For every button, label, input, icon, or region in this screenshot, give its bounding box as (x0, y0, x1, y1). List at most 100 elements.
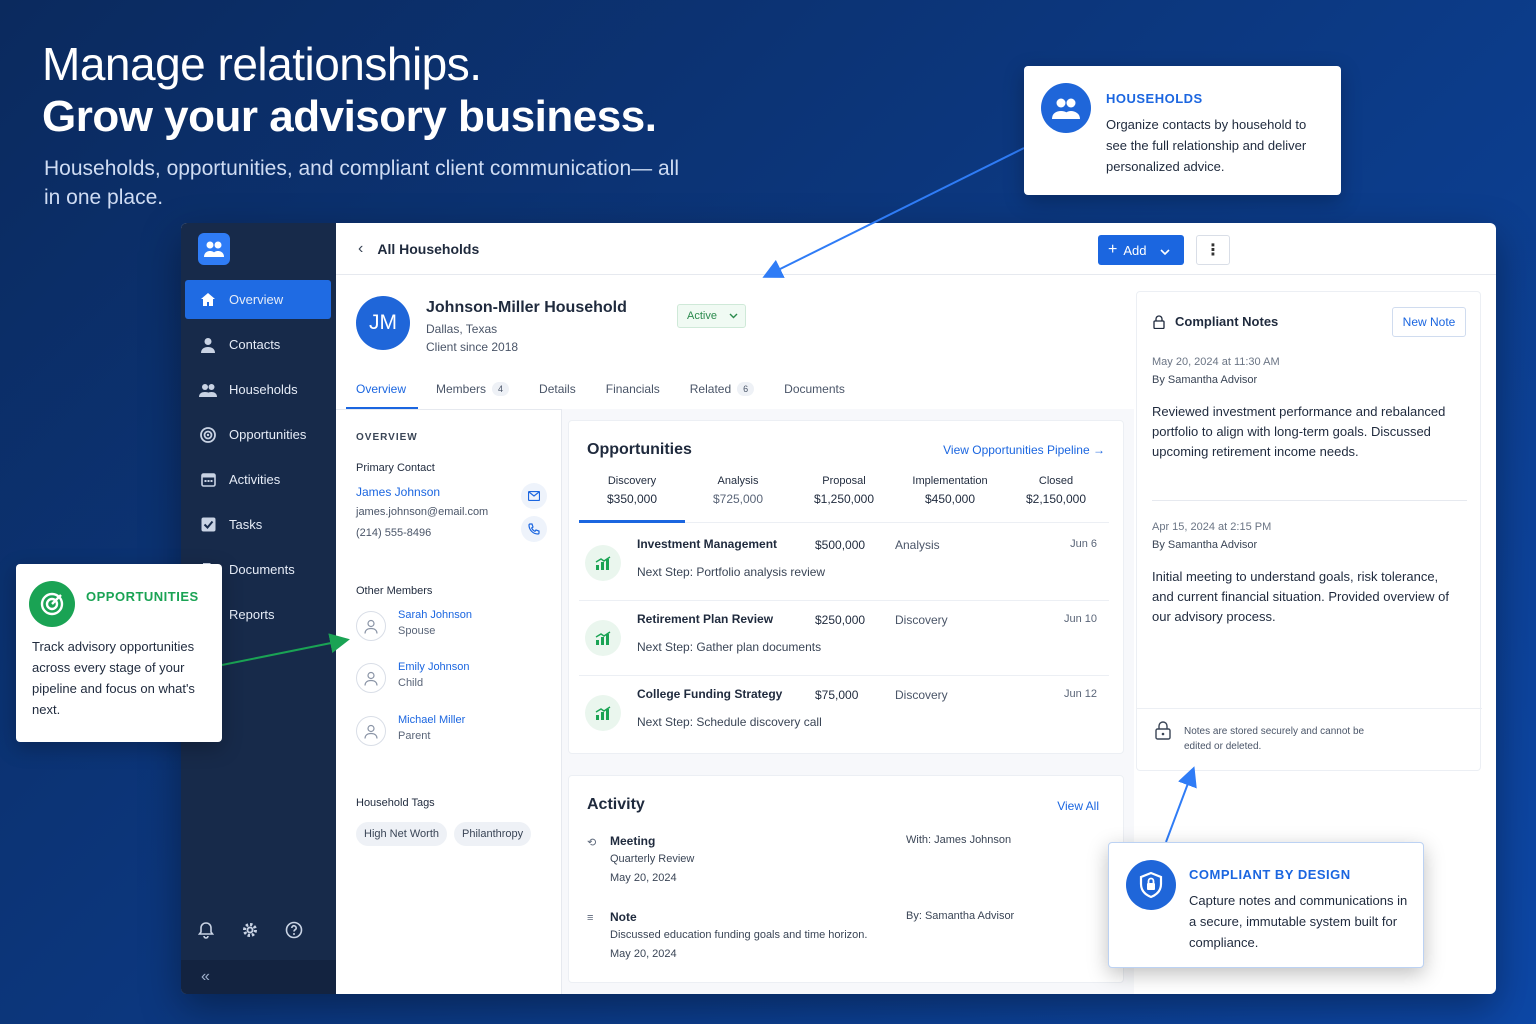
stage-value: $2,150,000 (1025, 492, 1087, 506)
email-icon[interactable] (521, 483, 547, 509)
chevron-left-icon[interactable]: ‹ (358, 240, 363, 258)
view-pipeline-link[interactable]: View Opportunities Pipeline → (943, 443, 1105, 457)
household-header: JM Johnson-Miller Household Dallas, Texa… (336, 275, 1134, 409)
activity-date: May 20, 2024 (610, 948, 677, 960)
opportunity-name: Retirement Plan Review (637, 612, 774, 626)
note-item: Apr 15, 2024 at 2:15 PM By Samantha Advi… (1152, 521, 1452, 627)
tag-chip[interactable]: Philanthropy (454, 822, 532, 846)
home-icon (199, 291, 217, 309)
stage-value: $450,000 (924, 492, 976, 506)
phone-icon[interactable] (521, 516, 547, 542)
member-item[interactable]: Emily Johnson Child (356, 661, 470, 693)
divider (1152, 500, 1467, 501)
view-all-link[interactable]: View All (1057, 799, 1099, 813)
household-name: Johnson-Miller Household (426, 299, 627, 316)
opportunity-amount: $75,000 (815, 688, 859, 702)
collapse-sidebar-button[interactable]: « (181, 960, 336, 994)
people-icon (199, 381, 217, 399)
stage-implementation[interactable]: Implementation $450,000 (897, 475, 1003, 522)
tag-chip[interactable]: High Net Worth (356, 822, 447, 846)
sidebar-footer-icons (197, 921, 303, 944)
chevron-down-icon (1160, 243, 1171, 258)
callout-title: OPPORTUNITIES (86, 589, 199, 604)
activity-with: With: James Johnson (906, 834, 1012, 846)
opportunity-row[interactable]: Investment Management $500,000 Analysis … (579, 527, 1109, 601)
sidebar-item-contacts[interactable]: Contacts (185, 325, 331, 364)
sidebar-item-opportunities[interactable]: Opportunities (185, 415, 331, 454)
more-options-button[interactable]: ⋮ (1196, 235, 1230, 265)
tab-label: Financials (605, 382, 660, 396)
tab-members[interactable]: Members 4 (436, 375, 510, 409)
stage-analysis[interactable]: Analysis $725,000 (685, 475, 791, 522)
opportunity-amount: $250,000 (815, 613, 866, 627)
tab-documents[interactable]: Documents (784, 375, 845, 409)
sidebar-item-tasks[interactable]: Tasks (185, 505, 331, 544)
sidebar-item-label: Opportunities (229, 427, 307, 442)
sidebar-item-label: Activities (229, 472, 281, 487)
lock-icon (1155, 721, 1171, 745)
lock-icon (1153, 315, 1165, 334)
primary-contact-email[interactable]: james.johnson@email.com (356, 506, 488, 518)
pipeline-stages: Discovery $350,000 Analysis $725,000 Propo… (579, 475, 1109, 523)
add-button[interactable]: + Add (1098, 235, 1184, 265)
compliant-callout: COMPLIANT BY DESIGN Capture notes and co… (1108, 842, 1424, 968)
opportunity-row[interactable]: College Funding Strategy $75,000 Discove… (579, 677, 1109, 751)
note-lines-icon: ≡ (587, 912, 594, 924)
target-icon (199, 426, 217, 444)
member-item[interactable]: Sarah Johnson Spouse (356, 609, 472, 641)
status-dropdown[interactable]: Active (677, 304, 746, 328)
stage-value: $350,000 (606, 492, 658, 506)
primary-contact-phone[interactable]: (214) 555-8496 (356, 527, 431, 539)
breadcrumb[interactable]: All Households (377, 241, 479, 257)
gear-icon[interactable] (241, 921, 259, 944)
note-body: Initial meeting to understand goals, ris… (1152, 569, 1449, 624)
household-location: Dallas, Texas (426, 322, 498, 336)
main-content: JM Johnson-Miller Household Dallas, Texa… (336, 275, 1134, 994)
member-item[interactable]: Michael Miller Parent (356, 714, 465, 746)
sidebar-item-activities[interactable]: Activities (185, 460, 331, 499)
stage-name: Analysis (717, 475, 759, 487)
note-body: Reviewed investment performance and reba… (1152, 404, 1446, 459)
member-role: Child (398, 677, 424, 689)
checkbox-icon (199, 516, 217, 534)
growth-chart-icon (585, 545, 621, 581)
sidebar-item-overview[interactable]: Overview (185, 280, 331, 319)
stage-proposal[interactable]: Proposal $1,250,000 (791, 475, 897, 522)
note-item: May 20, 2024 at 11:30 AM By Samantha Adv… (1152, 356, 1452, 462)
tab-details[interactable]: Details (539, 375, 576, 409)
callout-body: Organize contacts by household to see th… (1106, 117, 1307, 174)
opportunity-name: College Funding Strategy (637, 687, 783, 701)
bell-icon[interactable] (197, 921, 215, 944)
person-icon (199, 336, 217, 354)
household-tags-label: Household Tags (356, 797, 435, 809)
opportunity-amount: $500,000 (815, 538, 866, 552)
member-name: Michael Miller (398, 714, 466, 726)
activity-detail: Discussed education funding goals and ti… (610, 929, 868, 941)
callout-body: Capture notes and communications in a se… (1189, 893, 1408, 950)
kebab-icon: ⋮ (1205, 242, 1221, 259)
user-icon (356, 611, 386, 641)
stage-closed[interactable]: Closed $2,150,000 (1003, 475, 1109, 522)
tab-financials[interactable]: Financials (606, 375, 660, 409)
new-note-button[interactable]: New Note (1392, 307, 1466, 337)
help-icon[interactable] (285, 921, 303, 944)
stage-name: Discovery (607, 475, 657, 487)
tab-related[interactable]: Related 6 (690, 375, 755, 409)
opportunity-name: Investment Management (637, 537, 778, 551)
opportunity-next-step: Next Step: Gather plan documents (637, 640, 822, 654)
sidebar-item-households[interactable]: Households (185, 370, 331, 409)
tab-label: Details (539, 382, 576, 396)
opportunity-row[interactable]: Retirement Plan Review $250,000 Discover… (579, 602, 1109, 676)
calendar-icon (199, 471, 217, 489)
stage-discovery[interactable]: Discovery $350,000 (579, 475, 685, 523)
activity-detail: Quarterly Review (610, 853, 695, 865)
opportunities-title: Opportunities (587, 441, 692, 458)
primary-contact-name[interactable]: James Johnson (356, 485, 440, 499)
opportunities-card: Opportunities View Opportunities Pipelin… (568, 420, 1124, 754)
app-logo-icon[interactable] (198, 233, 230, 265)
tab-overview[interactable]: Overview (346, 375, 419, 409)
callout-title: HOUSEHOLDS (1106, 91, 1203, 106)
note-timestamp: May 20, 2024 at 11:30 AM (1152, 356, 1280, 368)
sidebar-item-label: Contacts (229, 337, 281, 352)
stage-name: Implementation (912, 475, 988, 487)
